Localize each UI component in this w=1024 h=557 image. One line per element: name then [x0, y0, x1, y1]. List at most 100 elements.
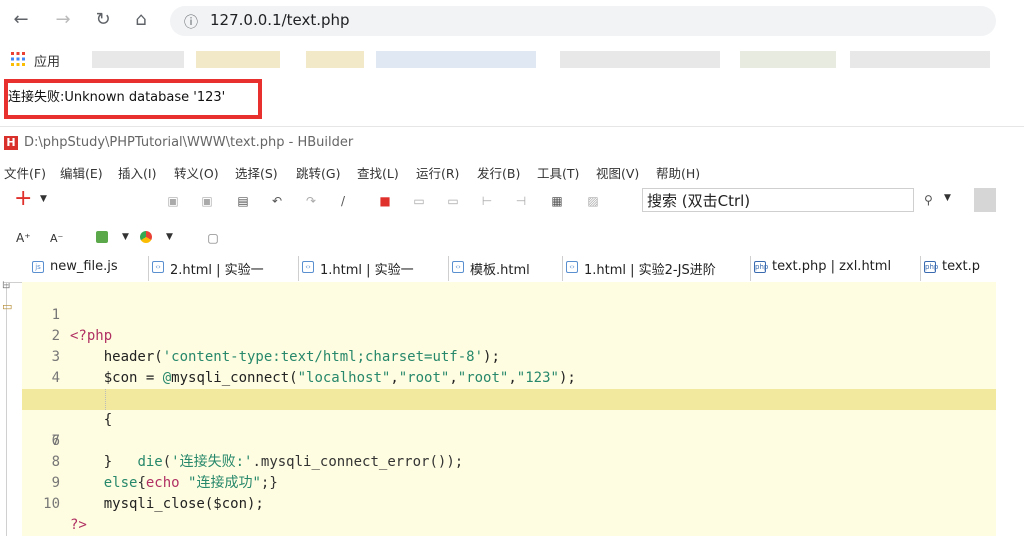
dropdown-icon[interactable]: ▼	[40, 194, 47, 204]
comment-icon[interactable]: /	[336, 194, 350, 208]
html-file-icon: ‹›	[452, 261, 464, 273]
tab-label: new_file.js	[50, 259, 118, 274]
bookmark-item[interactable]	[306, 51, 364, 68]
bookmark-item[interactable]	[376, 51, 536, 68]
browser-toolbar: ← → ↻ ⌂ ⓘ 127.0.0.1/text.php	[0, 0, 1024, 42]
menu-goto[interactable]: 跳转(G)	[296, 163, 340, 182]
window-title: D:\phpStudy\PHPTutorial\WWW\text.php - H…	[24, 135, 354, 150]
menu-escape[interactable]: 转义(O)	[174, 163, 219, 182]
code-editor[interactable]: 1 <?php 2 header('content-type:text/html…	[22, 282, 996, 536]
browser-dropdown-icon[interactable]: ▼	[166, 232, 173, 242]
code-line: 2 header('content-type:text/html;charset…	[22, 305, 996, 365]
bookmarks-bar: 应用	[0, 42, 1024, 76]
js-file-icon: js	[32, 261, 44, 273]
code-line: 3 $con = @mysqli_connect("localhost","ro…	[22, 326, 996, 386]
line-number: 10	[43, 496, 60, 512]
chrome-icon[interactable]	[140, 231, 152, 243]
search-icon[interactable]: ⚲	[924, 193, 933, 207]
editor-tab-bar: js new_file.js ‹› 2.html | 实验一 ‹› 1.html…	[4, 256, 996, 283]
bookmark-item[interactable]	[560, 51, 720, 68]
search-input[interactable]: 搜索 (双击Ctrl)	[642, 188, 914, 212]
apps-grid-icon[interactable]	[10, 51, 26, 67]
code-line: 4 if(!$con)	[22, 347, 996, 407]
reload-icon[interactable]: ↻	[92, 9, 114, 31]
home-icon[interactable]: ⌂	[130, 9, 152, 31]
info-icon[interactable]: ⓘ	[184, 12, 198, 32]
hbuilder-logo-icon: H	[4, 136, 18, 150]
redo-icon[interactable]: ↷	[304, 194, 318, 208]
url-text: 127.0.0.1/text.php	[210, 11, 350, 29]
code-line: 8 else{echo "连接成功";}	[22, 431, 996, 491]
terminal-icon[interactable]: ▦	[550, 194, 564, 208]
bookmark-item[interactable]	[740, 51, 836, 68]
php-file-icon: php	[924, 261, 939, 273]
menu-help[interactable]: 帮助(H)	[656, 163, 700, 182]
tab-label: 1.html | 实验2-JS进阶	[584, 263, 716, 278]
tab-1-html-js[interactable]: ‹› 1.html | 实验2-JS进阶	[562, 256, 751, 281]
tab-template-html[interactable]: ‹› 模板.html	[448, 256, 563, 281]
format-icon[interactable]: ▤	[236, 194, 250, 208]
error-message: 连接失败:Unknown database '123'	[8, 90, 226, 105]
menu-find[interactable]: 查找(L)	[357, 163, 399, 182]
indent-guide	[105, 389, 107, 410]
outline-icon[interactable]: ▢	[206, 231, 220, 245]
preview-icon[interactable]: ▨	[586, 194, 600, 208]
merge-icon[interactable]: ⊣	[514, 194, 528, 208]
split-icon[interactable]: ⊢	[480, 194, 494, 208]
code-line: 10 ?>	[22, 473, 996, 533]
toolbar-button[interactable]	[974, 188, 996, 212]
bookmark-icon[interactable]: ■	[378, 194, 392, 208]
save-all-icon[interactable]: ▣	[200, 194, 214, 208]
menu-insert[interactable]: 插入(I)	[118, 163, 156, 182]
back-arrow-icon[interactable]: ←	[10, 9, 32, 31]
menu-view[interactable]: 视图(V)	[596, 163, 639, 182]
forward-arrow-icon[interactable]: →	[52, 9, 74, 31]
secondary-toolbar: A⁺ A⁻ ▼ ▼ ▢	[0, 224, 1024, 254]
code-line: 9 mysqli_close($con);	[22, 452, 996, 512]
preview-dropdown-icon[interactable]: ▼	[122, 232, 129, 242]
outdent-icon[interactable]: ▭	[446, 194, 460, 208]
code-line: 7 }	[22, 410, 996, 470]
tab-label: text.p	[942, 259, 981, 274]
tab-label: 2.html | 实验一	[170, 263, 264, 278]
apps-label[interactable]: 应用	[34, 51, 60, 70]
menu-run[interactable]: 运行(R)	[416, 163, 459, 182]
code-line: 1 <?php	[22, 284, 996, 344]
tab-label: 模板.html	[470, 263, 530, 278]
undo-icon[interactable]: ↶	[270, 194, 284, 208]
tab-text-php[interactable]: php text.p	[920, 256, 996, 281]
html-file-icon: ‹›	[302, 261, 314, 273]
php-file-icon: php	[754, 261, 769, 273]
tab-new-file-js[interactable]: js new_file.js	[28, 256, 149, 281]
font-decrease-icon[interactable]: A⁻	[50, 232, 63, 245]
menu-select[interactable]: 选择(S)	[235, 163, 278, 182]
menu-publish[interactable]: 发行(B)	[477, 163, 520, 182]
tab-1-html[interactable]: ‹› 1.html | 实验一	[298, 256, 449, 281]
menu-bar: 文件(F) 编辑(E) 插入(I) 转义(O) 选择(S) 跳转(G) 查找(L…	[0, 160, 1024, 182]
bookmark-item[interactable]	[196, 51, 280, 68]
menu-file[interactable]: 文件(F)	[4, 163, 46, 182]
menu-edit[interactable]: 编辑(E)	[60, 163, 103, 182]
tab-label: text.php | zxl.html	[772, 259, 892, 274]
menu-tools[interactable]: 工具(T)	[537, 163, 579, 182]
tab-label: 1.html | 实验一	[320, 263, 414, 278]
side-panel-strip	[0, 256, 7, 536]
search-placeholder: 搜索 (双击Ctrl)	[647, 192, 751, 210]
font-increase-icon[interactable]: A⁺	[16, 231, 31, 245]
code-text: ?>	[70, 517, 87, 533]
html-file-icon: ‹›	[566, 261, 578, 273]
browser-preview-icon[interactable]	[96, 231, 108, 243]
new-file-icon[interactable]: +	[14, 188, 32, 210]
code-line-current: 6 die('连接失败:'.mysqli_connect_error());	[22, 389, 996, 470]
tab-2-html[interactable]: ‹› 2.html | 实验一	[148, 256, 299, 281]
bookmark-item[interactable]	[850, 51, 990, 68]
bookmark-item[interactable]	[92, 51, 184, 68]
indent-icon[interactable]: ▭	[412, 194, 426, 208]
search-dropdown-icon[interactable]: ▼	[944, 193, 951, 203]
save-icon[interactable]: ▣	[166, 194, 180, 208]
page-content: 连接失败:Unknown database '123'	[0, 76, 1024, 127]
hbuilder-titlebar: H D:\phpStudy\PHPTutorial\WWW\text.php -…	[0, 134, 1024, 156]
tab-text-php-zxl[interactable]: php text.php | zxl.html	[750, 256, 921, 281]
address-bar[interactable]: ⓘ 127.0.0.1/text.php	[170, 6, 996, 36]
folder-icon[interactable]: ▭	[2, 300, 12, 313]
